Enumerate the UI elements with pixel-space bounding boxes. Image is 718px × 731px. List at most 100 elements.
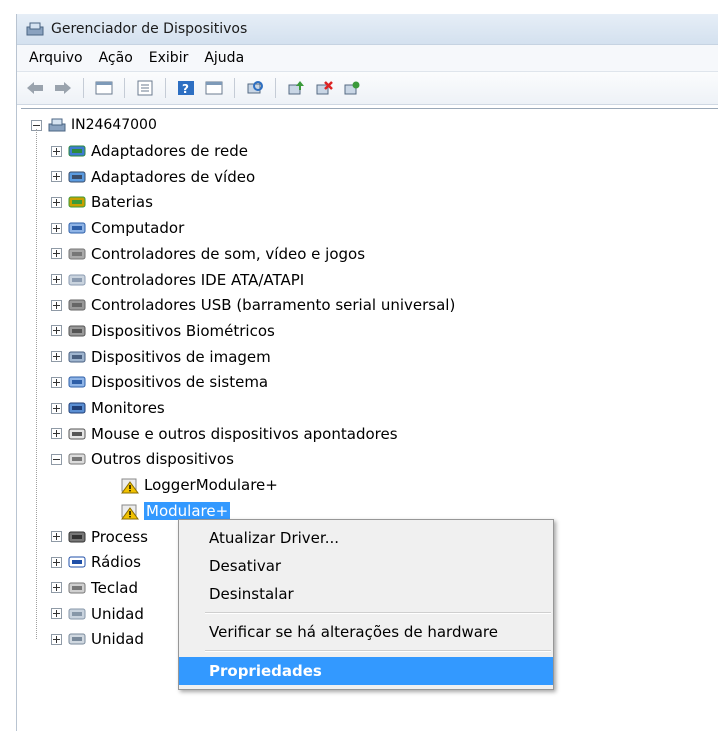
tree-category-label: Unidad — [91, 630, 144, 649]
expand-icon[interactable] — [51, 274, 62, 285]
expand-icon[interactable] — [51, 556, 62, 568]
properties-icon[interactable] — [133, 77, 157, 99]
tree-category[interactable]: Process — [51, 525, 148, 549]
menu-separator — [205, 612, 551, 614]
device-label: Modulare+ — [144, 501, 231, 520]
device-label: LoggerModulare+ — [144, 476, 278, 495]
expand-icon[interactable] — [51, 351, 62, 363]
expand-icon[interactable] — [51, 171, 62, 183]
toolbar: ? — [17, 72, 718, 105]
expand-icon[interactable] — [51, 196, 62, 208]
battery-icon — [67, 193, 87, 211]
tree-category[interactable]: Dispositivos de imagem — [51, 345, 271, 369]
tree-category-label: Computador — [91, 219, 185, 238]
tree-category-label: Outros dispositivos — [91, 450, 234, 469]
window-title: Gerenciador de Dispositivos — [51, 21, 248, 37]
help-icon[interactable]: ? — [174, 77, 198, 99]
tree-root-label: IN24647000 — [71, 117, 157, 133]
tree-category[interactable]: Mouse e outros dispositivos apontadores — [51, 422, 398, 446]
system-device-icon — [67, 373, 87, 391]
menu-arquivo[interactable]: Arquivo — [21, 50, 91, 66]
drive2-icon — [67, 630, 87, 648]
context-menu: Atualizar Driver... Desativar Desinstala… — [178, 519, 554, 690]
toolbar-separator — [124, 78, 125, 98]
tree-category[interactable]: Unidad — [51, 627, 144, 651]
tree-category[interactable]: Teclad — [51, 576, 138, 600]
uninstall-icon[interactable] — [340, 77, 364, 99]
tree-category[interactable]: Monitores — [51, 396, 165, 420]
expand-icon[interactable] — [51, 608, 62, 620]
tree-category-label: Adaptadores de rede — [91, 142, 248, 160]
view-icon[interactable] — [92, 77, 116, 99]
tree-category-label: Dispositivos Biométricos — [91, 321, 275, 340]
expand-icon[interactable] — [51, 402, 62, 414]
menu-item-update-driver[interactable]: Atualizar Driver... — [179, 524, 553, 552]
menu-item-properties[interactable]: Propriedades — [179, 657, 553, 685]
expand-icon[interactable] — [51, 145, 62, 157]
tree-category[interactable]: Controladores IDE ATA/ATAPI — [51, 268, 304, 292]
mouse-icon — [67, 425, 87, 443]
tree-category-label: Controladores IDE ATA/ATAPI — [91, 270, 305, 289]
expand-icon[interactable] — [51, 299, 62, 311]
tree-category[interactable]: Outros dispositivos — [51, 447, 234, 471]
processor-icon — [67, 528, 87, 546]
monitor-icon — [67, 399, 87, 417]
tree-category[interactable]: Rádios — [51, 550, 141, 574]
title-bar: Gerenciador de Dispositivos — [17, 14, 718, 45]
tree-category-label: Dispositivos de sistema — [91, 373, 269, 392]
device-loggermodulare[interactable]: LoggerModulare+ — [117, 473, 278, 497]
tree-category[interactable]: Adaptadores de rede — [51, 139, 248, 163]
tree-category-label: Controladores USB (barramento serial uni… — [91, 296, 456, 315]
speaker-icon — [67, 245, 87, 263]
tree-category-label: Monitores — [91, 399, 165, 417]
tree-category[interactable]: Adaptadores de vídeo — [51, 165, 255, 189]
disable-icon[interactable] — [312, 77, 336, 99]
expand-icon[interactable] — [51, 428, 62, 440]
tree-category[interactable]: Dispositivos de sistema — [51, 370, 268, 394]
menu-item-uninstall[interactable]: Desinstalar — [179, 580, 553, 608]
tree-category-label: Rádios — [91, 553, 141, 572]
expand-icon[interactable] — [51, 376, 62, 388]
tree-category-label: Baterias — [91, 193, 153, 212]
camera-icon — [67, 348, 87, 366]
tree-category[interactable]: Baterias — [51, 190, 153, 214]
usb-icon — [67, 296, 87, 314]
menu-acao[interactable]: Ação — [91, 50, 141, 66]
toolbar-separator — [234, 78, 235, 98]
network-adapter-icon — [67, 142, 87, 160]
expand-icon[interactable] — [51, 222, 62, 234]
expand-icon[interactable] — [51, 582, 62, 594]
tree-category-label: Teclad — [91, 578, 138, 597]
tree-root[interactable]: IN24647000 — [31, 113, 157, 137]
menu-item-scan-hardware[interactable]: Verificar se há alterações de hardware — [179, 618, 553, 646]
ide-controller-icon — [67, 271, 87, 289]
tree-category[interactable]: Computador — [51, 216, 184, 240]
other-devices-icon — [67, 450, 87, 468]
tree-category[interactable]: Dispositivos Biométricos — [51, 319, 275, 343]
toolbar-separator — [165, 78, 166, 98]
expand-icon[interactable] — [51, 633, 62, 645]
tree-category[interactable]: Unidad — [51, 602, 144, 626]
toolbar-separator — [83, 78, 84, 98]
tree-category-label: Dispositivos de imagem — [91, 347, 271, 366]
menu-exibir[interactable]: Exibir — [141, 50, 197, 66]
collapse-icon[interactable] — [51, 453, 62, 465]
tree-line — [36, 129, 37, 639]
tree-category[interactable]: Controladores de som, vídeo e jogos — [51, 242, 365, 266]
tree-category-label: Mouse e outros dispositivos apontadores — [91, 424, 398, 443]
view2-icon[interactable] — [202, 77, 226, 99]
menu-bar: Arquivo Ação Exibir Ajuda — [17, 45, 718, 72]
unknown-device-warning-icon — [120, 476, 140, 494]
tree-category[interactable]: Controladores USB (barramento serial uni… — [51, 293, 455, 317]
forward-icon[interactable] — [51, 77, 75, 99]
device-manager-icon — [25, 21, 45, 37]
expand-icon[interactable] — [51, 248, 62, 260]
menu-ajuda[interactable]: Ajuda — [196, 50, 252, 66]
expand-icon[interactable] — [51, 531, 62, 542]
update-driver-icon[interactable] — [284, 77, 308, 99]
back-icon[interactable] — [23, 77, 47, 99]
scan-icon[interactable] — [243, 77, 267, 99]
expand-icon[interactable] — [51, 325, 62, 337]
menu-item-disable[interactable]: Desativar — [179, 552, 553, 580]
bluetooth-icon — [67, 553, 87, 571]
